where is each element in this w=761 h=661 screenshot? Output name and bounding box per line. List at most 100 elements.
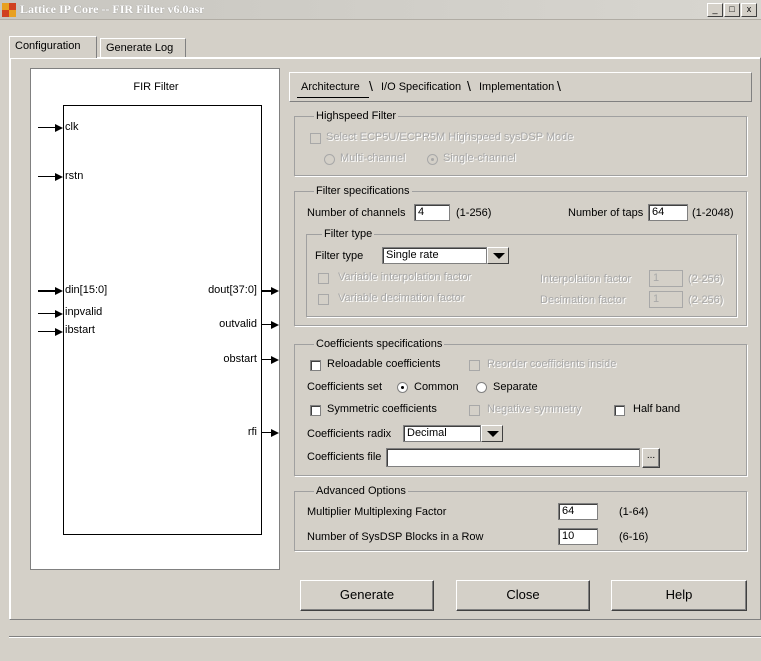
decim-factor-range: (2-256) xyxy=(688,294,724,306)
var-interp-checkbox[interactable] xyxy=(318,273,329,284)
var-decim-checkbox[interactable] xyxy=(318,294,329,305)
mult-factor-label: Multiplier Multiplexing Factor xyxy=(307,506,447,518)
interp-factor-label: Interpolation factor xyxy=(540,273,632,285)
tab-architecture[interactable]: Architecture xyxy=(297,78,369,98)
radix-select[interactable]: Decimal xyxy=(403,425,481,442)
inpvalid-arrow-icon xyxy=(55,310,63,318)
var-decim-label: Variable decimation factor xyxy=(338,292,465,304)
decim-factor-input[interactable]: 1 xyxy=(649,291,683,308)
mult-factor-input[interactable]: 64 xyxy=(558,503,598,520)
rstn-arrow-line xyxy=(38,176,56,177)
negative-symmetry-checkbox[interactable] xyxy=(469,405,480,416)
block-diagram-panel: FIR Filter clk rstn din[15:0] inpvalid i… xyxy=(30,68,280,570)
reloadable-checkbox[interactable] xyxy=(310,360,321,371)
separate-radio[interactable] xyxy=(476,382,487,393)
symmetric-label: Symmetric coefficients xyxy=(327,403,437,415)
close-window-button[interactable]: x xyxy=(741,3,757,17)
filter-type-legend: Filter type xyxy=(322,228,375,240)
filter-type-select[interactable]: Single rate xyxy=(382,247,487,264)
channels-input[interactable]: 4 xyxy=(414,204,450,221)
generate-button[interactable]: Generate xyxy=(300,580,434,611)
highspeed-filter-group xyxy=(294,116,747,176)
coeff-file-input[interactable] xyxy=(386,448,640,467)
rstn-arrow-icon xyxy=(55,173,63,181)
clk-arrow-line xyxy=(38,127,56,128)
maximize-button[interactable]: □ xyxy=(724,3,740,17)
dsp-blocks-input[interactable]: 10 xyxy=(558,528,598,545)
multi-channel-label: Multi-channel xyxy=(340,152,406,164)
din-arrow-icon xyxy=(55,287,63,295)
dsp-blocks-range: (6-16) xyxy=(619,531,649,543)
common-radio[interactable] xyxy=(397,382,408,393)
filter-type-label: Filter type xyxy=(315,250,364,262)
taps-input[interactable]: 64 xyxy=(648,204,688,221)
tab-io-specification[interactable]: I/O Specification xyxy=(377,78,467,98)
tab-separator: \ xyxy=(467,78,471,94)
coeff-spec-legend: Coefficients specifications xyxy=(314,338,445,350)
ibstart-arrow-icon xyxy=(55,328,63,336)
pin-outvalid: outvalid xyxy=(219,318,257,330)
close-button[interactable]: Close xyxy=(456,580,590,611)
dout-arrow-icon xyxy=(271,287,279,295)
highspeed-legend: Highspeed Filter xyxy=(314,110,399,122)
status-divider xyxy=(9,636,761,638)
pin-obstart: obstart xyxy=(223,353,257,365)
tab-separator: \ xyxy=(369,78,373,94)
tab-generate-log[interactable]: Generate Log xyxy=(100,38,186,58)
lattice-app-icon xyxy=(2,3,16,17)
ibstart-arrow-line xyxy=(38,331,56,332)
browse-button[interactable]: ... xyxy=(642,448,660,468)
clk-arrow-icon xyxy=(55,124,63,132)
outvalid-arrow-icon xyxy=(271,321,279,329)
window-title: Lattice IP Core -- FIR Filter v6.0asr xyxy=(20,2,205,16)
reloadable-label: Reloadable coefficients xyxy=(327,358,441,370)
negative-symmetry-label: Negative symmetry xyxy=(487,403,582,415)
highspeed-mode-checkbox[interactable] xyxy=(310,133,321,144)
var-interp-label: Variable interpolation factor xyxy=(338,271,472,283)
obstart-arrow-icon xyxy=(271,356,279,364)
interp-factor-range: (2-256) xyxy=(688,273,724,285)
pin-dout: dout[37:0] xyxy=(208,284,257,296)
radix-dropdown-button[interactable] xyxy=(481,425,503,442)
tab-configuration[interactable]: Configuration xyxy=(9,36,97,58)
rfi-arrow-icon xyxy=(271,429,279,437)
decim-factor-label: Decimation factor xyxy=(540,294,626,306)
inpvalid-arrow-line xyxy=(38,313,56,314)
minimize-button[interactable]: _ xyxy=(707,3,723,17)
separate-label: Separate xyxy=(493,381,538,393)
reorder-label: Reorder coefficients inside xyxy=(487,358,617,370)
filter-spec-legend: Filter specifications xyxy=(314,185,412,197)
coeff-set-label: Coefficients set xyxy=(307,381,383,393)
chevron-down-icon xyxy=(487,431,499,437)
reorder-checkbox[interactable] xyxy=(469,360,480,371)
symmetric-checkbox[interactable] xyxy=(310,405,321,416)
help-button[interactable]: Help xyxy=(611,580,747,611)
pin-clk: clk xyxy=(65,121,79,133)
pin-rfi: rfi xyxy=(247,426,257,438)
half-band-checkbox[interactable] xyxy=(614,405,625,416)
filter-type-dropdown-button[interactable] xyxy=(487,247,509,264)
pin-rstn: rstn xyxy=(65,170,84,182)
taps-label: Number of taps xyxy=(568,207,644,219)
highspeed-mode-label: Select ECP5U/ECPR5M Highspeed sysDSP Mod… xyxy=(326,131,574,143)
multi-channel-radio[interactable] xyxy=(324,154,335,165)
diagram-title: FIR Filter xyxy=(133,81,179,93)
tab-implementation[interactable]: Implementation xyxy=(475,78,557,98)
single-channel-radio[interactable] xyxy=(427,154,438,165)
tab-separator: \ xyxy=(557,78,561,94)
taps-range: (1-2048) xyxy=(692,207,734,219)
din-arrow-line xyxy=(38,290,56,292)
title-bar: Lattice IP Core -- FIR Filter v6.0asr _ … xyxy=(0,0,761,20)
half-band-label: Half band xyxy=(633,403,681,415)
channels-range: (1-256) xyxy=(456,207,492,219)
radix-label: Coefficients radix xyxy=(307,428,392,440)
advanced-legend: Advanced Options xyxy=(314,485,408,497)
mult-factor-range: (1-64) xyxy=(619,506,649,518)
pin-ibstart: ibstart xyxy=(65,324,95,336)
dsp-blocks-label: Number of SysDSP Blocks in a Row xyxy=(307,531,484,543)
interp-factor-input[interactable]: 1 xyxy=(649,270,683,287)
coeff-file-label: Coefficients file xyxy=(307,451,382,463)
single-channel-label: Single-channel xyxy=(443,152,516,164)
channels-label: Number of channels xyxy=(307,207,406,219)
pin-din: din[15:0] xyxy=(65,284,108,296)
